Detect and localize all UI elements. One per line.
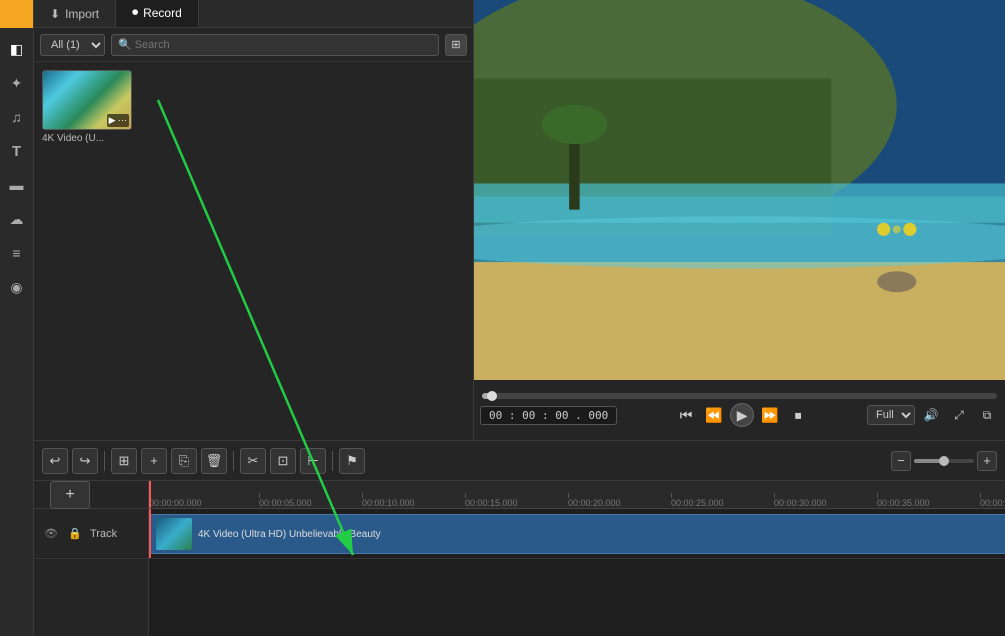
record-icon: ⏺ bbox=[132, 5, 138, 20]
timeline-ruler: 00:00:00.000 00:00:05.000 00:00:10.000 0… bbox=[149, 481, 1005, 509]
top-area: ⬇ Import ⏺ Record All (1) Video Audio Im… bbox=[34, 0, 1005, 440]
preview-controls: 00 : 00 : 00 . 000 ⏮ ⏪ ▶ ⏩ ⏹ Full 1/2 1/… bbox=[474, 380, 1005, 440]
rewind-button[interactable]: ⏮ bbox=[674, 403, 698, 427]
toolbar-separator-3 bbox=[332, 451, 333, 471]
right-controls: Full 1/2 1/4 🔊 ⤢ ⧉ bbox=[867, 403, 999, 427]
media-panel: ⬇ Import ⏺ Record All (1) Video Audio Im… bbox=[34, 0, 474, 440]
tab-record-label: Record bbox=[143, 6, 182, 20]
track-row: 4K Video (Ultra HD) Unbelievable Beauty bbox=[149, 509, 1005, 559]
import-icon: ⬇ bbox=[50, 7, 60, 21]
add-track-button[interactable]: + bbox=[50, 481, 90, 509]
copy-button[interactable]: ⎘ bbox=[171, 448, 197, 474]
clip-title: 4K Video (Ultra HD) Unbelievable Beauty bbox=[198, 529, 381, 540]
preview-panel: 00 : 00 : 00 . 000 ⏮ ⏪ ▶ ⏩ ⏹ Full 1/2 1/… bbox=[474, 0, 1005, 440]
control-row: 00 : 00 : 00 . 000 ⏮ ⏪ ▶ ⏩ ⏹ Full 1/2 1/… bbox=[480, 403, 999, 427]
ruler-mark-7: 00:00:35.000 bbox=[877, 498, 930, 508]
timeline-content: + 👁 🔒 Track 00:00:00.000 00:00:05.000 00… bbox=[34, 481, 1005, 636]
sidebar-item-transitions[interactable]: ▬ bbox=[3, 171, 31, 199]
timecode-display: 00 : 00 : 00 . 000 bbox=[480, 406, 617, 425]
video-clip[interactable]: 4K Video (Ultra HD) Unbelievable Beauty bbox=[149, 514, 1005, 554]
ruler-mark-3: 00:00:15.000 bbox=[465, 498, 518, 508]
grid-view-button[interactable]: ⊞ bbox=[445, 34, 467, 56]
progress-bar[interactable] bbox=[482, 393, 997, 399]
volume-button[interactable]: 🔊 bbox=[919, 403, 943, 427]
zoom-handle[interactable] bbox=[939, 456, 949, 466]
add-clip-button[interactable]: + bbox=[141, 448, 167, 474]
timeline-tracks: 4K Video (Ultra HD) Unbelievable Beauty bbox=[149, 509, 1005, 636]
media-item[interactable]: ▶ ··· 4K Video (U... bbox=[42, 70, 132, 144]
fullscreen-button[interactable]: ⤢ bbox=[947, 403, 971, 427]
sidebar-item-color[interactable]: ◉ bbox=[3, 273, 31, 301]
ruler-mark-6: 00:00:30.000 bbox=[774, 498, 827, 508]
playback-buttons: ⏮ ⏪ ▶ ⏩ ⏹ bbox=[674, 403, 810, 427]
zoom-out-button[interactable]: − bbox=[891, 451, 911, 471]
sidebar-item-effects[interactable]: ✦ bbox=[3, 69, 31, 97]
sidebar-item-text[interactable]: T bbox=[3, 137, 31, 165]
delete-button[interactable]: 🗑 bbox=[201, 448, 227, 474]
sidebar-item-stickers[interactable]: ☁ bbox=[3, 205, 31, 233]
toolbar-separator-2 bbox=[233, 451, 234, 471]
sidebar-item-filters[interactable]: ≡ bbox=[3, 239, 31, 267]
track-label: 👁 🔒 Track bbox=[34, 509, 148, 559]
tab-import-label: Import bbox=[65, 7, 99, 21]
video-preview bbox=[474, 0, 1005, 380]
media-toolbar: All (1) Video Audio Image 🔍 ⊞ bbox=[34, 28, 473, 62]
timeline-left: + 👁 🔒 Track bbox=[34, 481, 149, 636]
playhead[interactable] bbox=[149, 481, 151, 508]
media-item-name: 4K Video (U... bbox=[42, 133, 132, 144]
sidebar-item-audio[interactable]: ♫ bbox=[3, 103, 31, 131]
search-icon: 🔍 bbox=[118, 38, 132, 51]
search-input[interactable] bbox=[135, 39, 432, 51]
sidebar-accent bbox=[0, 0, 33, 28]
timeline-area: ↩ ↪ ⊞ + ⎘ 🗑 ✂ ⊡ ⊢ ⚑ − + bbox=[34, 440, 1005, 636]
step-back-button[interactable]: ⏪ bbox=[702, 403, 726, 427]
ruler-mark-5: 00:00:25.000 bbox=[671, 498, 724, 508]
quality-select[interactable]: Full 1/2 1/4 bbox=[867, 405, 915, 425]
zoom-control: − + bbox=[891, 451, 997, 471]
track-labels: 👁 🔒 Track bbox=[34, 509, 148, 636]
media-thumbnail: ▶ ··· bbox=[42, 70, 132, 130]
redo-button[interactable]: ↪ bbox=[72, 448, 98, 474]
zoom-in-button[interactable]: + bbox=[977, 451, 997, 471]
zoom-slider[interactable] bbox=[914, 459, 974, 463]
progress-handle[interactable] bbox=[487, 391, 497, 401]
ruler-mark-0: 00:00:00.000 bbox=[149, 498, 202, 508]
sidebar: ◧ ✦ ♫ T ▬ ☁ ≡ ◉ bbox=[0, 0, 34, 636]
undo-button[interactable]: ↩ bbox=[42, 448, 68, 474]
sidebar-item-media[interactable]: ◧ bbox=[3, 35, 31, 63]
ruler-mark-4: 00:00:20.000 bbox=[568, 498, 621, 508]
track-visibility-button[interactable]: 👁 bbox=[42, 525, 60, 543]
split-button[interactable]: ⊢ bbox=[300, 448, 326, 474]
media-grid: ▶ ··· 4K Video (U... bbox=[34, 62, 473, 440]
tab-record[interactable]: ⏺ Record bbox=[116, 0, 199, 27]
ruler-mark-8: 00:00:40.000 bbox=[980, 498, 1005, 508]
play-button[interactable]: ▶ bbox=[730, 403, 754, 427]
filter-select[interactable]: All (1) Video Audio Image bbox=[40, 34, 105, 56]
track-playhead bbox=[149, 509, 151, 558]
pip-button[interactable]: ⧉ bbox=[975, 403, 999, 427]
timeline-ruler-and-tracks: 00:00:00.000 00:00:05.000 00:00:10.000 0… bbox=[149, 481, 1005, 636]
timeline-toolbar: ↩ ↪ ⊞ + ⎘ 🗑 ✂ ⊡ ⊢ ⚑ − + bbox=[34, 441, 1005, 481]
ruler-mark-2: 00:00:10.000 bbox=[362, 498, 415, 508]
main-content: ⬇ Import ⏺ Record All (1) Video Audio Im… bbox=[34, 0, 1005, 636]
clip-thumbnail bbox=[156, 518, 192, 550]
media-thumb-type-label: ▶ ··· bbox=[107, 114, 129, 127]
cut-button[interactable]: ✂ bbox=[240, 448, 266, 474]
stop-button[interactable]: ⏹ bbox=[786, 403, 810, 427]
track-name: Track bbox=[90, 528, 117, 540]
search-box: 🔍 bbox=[111, 34, 439, 56]
ruler-mark-1: 00:00:05.000 bbox=[259, 498, 312, 508]
step-forward-button[interactable]: ⏩ bbox=[758, 403, 782, 427]
crop-button[interactable]: ⊡ bbox=[270, 448, 296, 474]
group-button[interactable]: ⊞ bbox=[111, 448, 137, 474]
media-tabs: ⬇ Import ⏺ Record bbox=[34, 0, 473, 28]
video-background bbox=[474, 0, 1005, 380]
toolbar-separator-1 bbox=[104, 451, 105, 471]
marker-button[interactable]: ⚑ bbox=[339, 448, 365, 474]
track-lock-button[interactable]: 🔒 bbox=[66, 525, 84, 543]
tab-import[interactable]: ⬇ Import bbox=[34, 0, 116, 27]
